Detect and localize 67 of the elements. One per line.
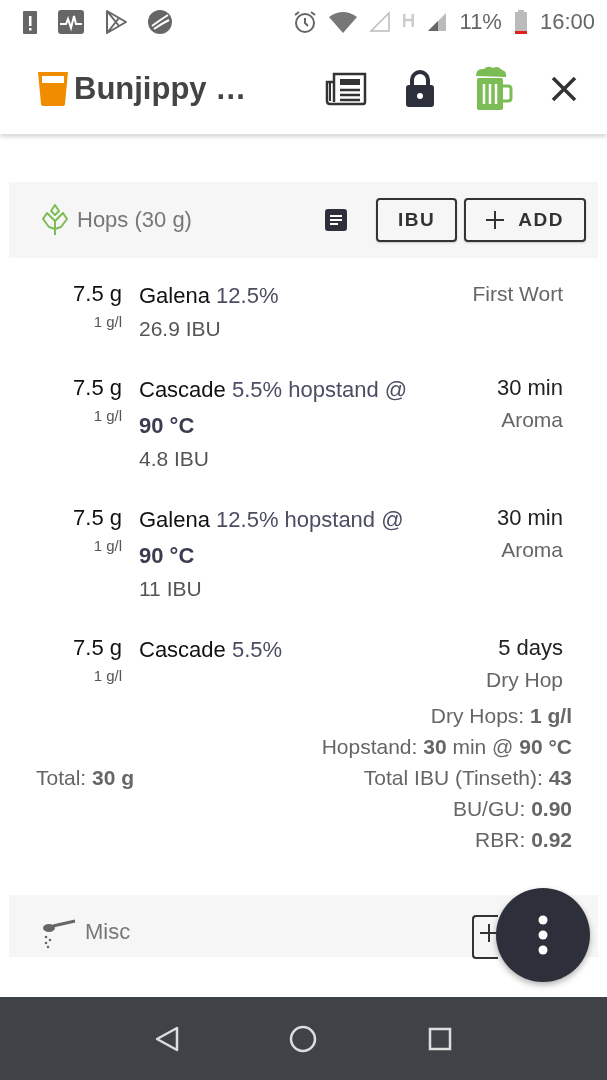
summary-line: RBR: 0.92 (474, 827, 572, 853)
hop-amount: 7.5 g (72, 280, 122, 308)
ibu-button[interactable]: IBU (376, 198, 458, 242)
app-title: Bunjippy … (74, 71, 247, 107)
hop-amount: 7.5 g (72, 634, 122, 662)
hop-concentration: 1 g/l (92, 666, 122, 686)
app-icon (148, 10, 172, 34)
close-icon (551, 76, 577, 102)
recents-icon (427, 1026, 452, 1051)
newspaper-button[interactable] (325, 72, 367, 106)
plus-icon (486, 211, 505, 229)
hop-description: Cascade 5.5% (139, 636, 284, 664)
hop-ibu: 26.9 IBU (139, 316, 222, 342)
hop-timing: 30 min (495, 504, 563, 532)
pulse-icon (58, 10, 84, 34)
hop-description: Cascade 5.5% hopstand @ 90 °C (139, 376, 409, 440)
recents-button[interactable] (427, 1026, 452, 1051)
wifi-icon (328, 11, 357, 33)
hop-amount: 7.5 g (72, 504, 122, 532)
signal-icon (368, 11, 391, 33)
summary-line: Dry Hops: 1 g/l (429, 703, 572, 729)
hop-ibu: 4.8 IBU (139, 446, 211, 472)
network-type-icon (402, 14, 414, 27)
hop-description: Galena 12.5% (139, 282, 280, 310)
alert-icon (22, 9, 38, 35)
hop-concentration: 1 g/l (92, 312, 122, 332)
spoon-icon (41, 919, 77, 949)
add-button[interactable]: ADD (464, 198, 586, 242)
lock-icon (405, 70, 435, 108)
hop-timing: 30 min (495, 374, 563, 402)
more-options-button[interactable] (496, 888, 590, 982)
summary-line: Hopstand: 30 min @ 90 °C (321, 734, 572, 760)
hop-concentration: 1 g/l (92, 406, 122, 426)
play-store-icon (104, 9, 128, 35)
hop-use: Aroma (500, 407, 563, 433)
more-vertical-icon (538, 915, 548, 955)
hop-concentration: 1 g/l (92, 536, 122, 556)
add-button[interactable] (472, 915, 498, 959)
notes-button[interactable] (324, 208, 349, 232)
newspaper-icon (325, 72, 367, 106)
hop-use: Aroma (500, 537, 563, 563)
lock-button[interactable] (405, 70, 435, 108)
section-title: Misc (85, 919, 131, 945)
hop-use: Dry Hop (484, 667, 563, 693)
summary-line: Total IBU (Tinseth): 43 (362, 765, 572, 791)
hop-amount: 7.5 g (72, 374, 122, 402)
hop-timing: 5 days (497, 634, 563, 662)
beer-glass-icon (38, 72, 68, 106)
section-title: Hops (30 g) (77, 207, 192, 233)
home-button[interactable] (289, 1024, 318, 1053)
battery-percent: 11% (459, 9, 502, 35)
hop-ibu: 11 IBU (139, 576, 203, 602)
plus-icon (480, 924, 498, 942)
home-icon (289, 1024, 318, 1053)
note-icon (324, 208, 349, 232)
clock: 16:00 (539, 9, 595, 35)
hops-total: Total: 30 g (36, 765, 135, 790)
beer-mug-icon (473, 66, 513, 112)
battery-icon (513, 9, 528, 35)
hop-description: Galena 12.5% hopstand @ 90 °C (139, 506, 405, 570)
summary-line: BU/GU: 0.90 (451, 796, 572, 822)
alarm-icon (292, 10, 317, 34)
back-button[interactable] (155, 1025, 180, 1052)
hop-timing: First Wort (471, 281, 563, 307)
hop-icon (41, 203, 69, 237)
close-button[interactable] (551, 76, 577, 102)
back-icon (155, 1025, 180, 1052)
